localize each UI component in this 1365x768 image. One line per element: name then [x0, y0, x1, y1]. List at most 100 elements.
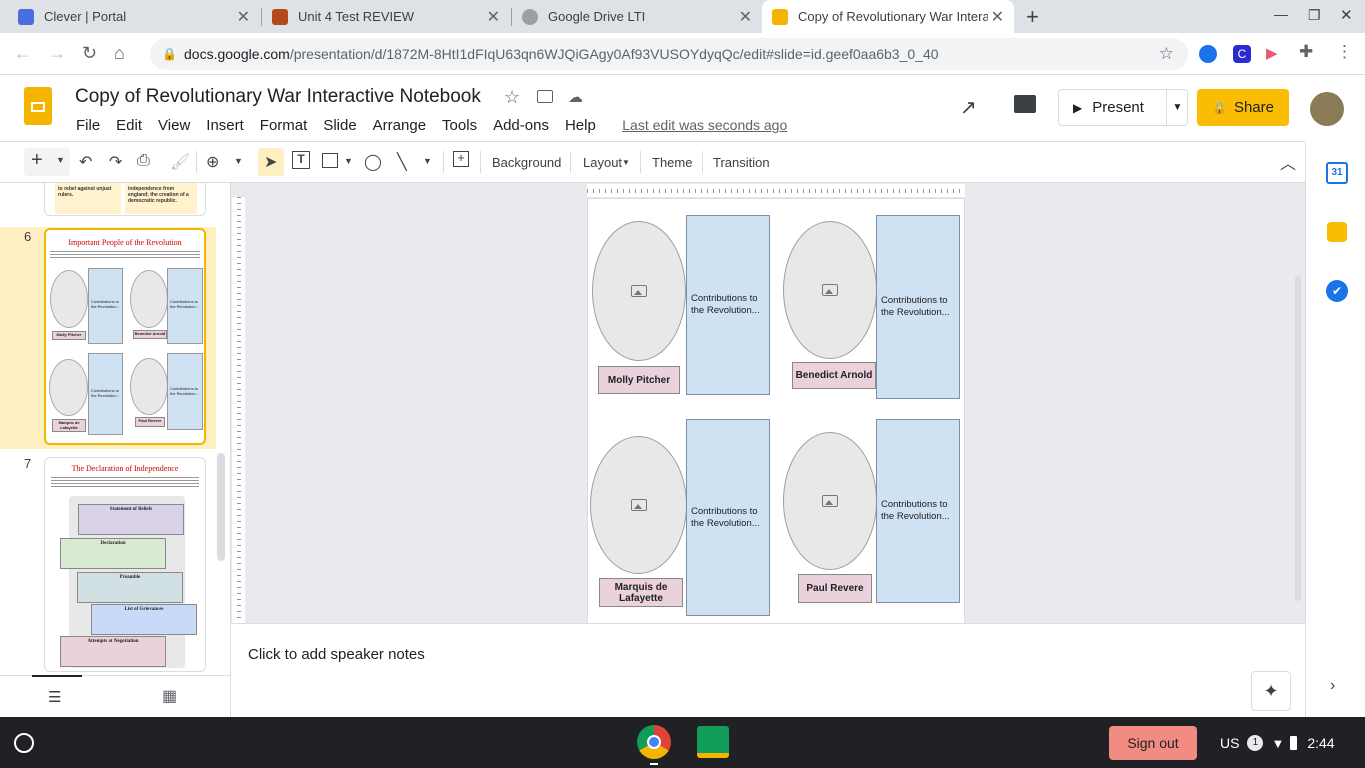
- grid-view-icon[interactable]: ▦: [162, 686, 177, 706]
- print-icon[interactable]: ⎙: [137, 152, 150, 170]
- menu-slide[interactable]: Slide: [323, 117, 356, 134]
- tab-drive-lti[interactable]: Google Drive LTI ✕: [512, 0, 762, 33]
- close-icon[interactable]: ✕: [739, 7, 752, 27]
- canvas-scrollbar[interactable]: [1295, 276, 1301, 601]
- horizontal-ruler[interactable]: [587, 184, 965, 197]
- image-placeholder[interactable]: [783, 432, 877, 570]
- speaker-notes[interactable]: Click to add speaker notes ✦: [231, 623, 1305, 717]
- redo-icon[interactable]: ↷: [109, 152, 122, 172]
- launcher-icon[interactable]: [14, 733, 34, 753]
- image-placeholder[interactable]: [590, 436, 687, 574]
- star-icon[interactable]: ☆: [1159, 38, 1174, 70]
- minimize-button[interactable]: —: [1274, 6, 1288, 22]
- new-slide-dropdown[interactable]: ▼: [56, 155, 65, 165]
- expand-panel-icon[interactable]: ›: [1330, 677, 1335, 695]
- new-tab-button[interactable]: +: [1026, 4, 1039, 30]
- contribution-box[interactable]: Contributions to the Revolution...: [876, 419, 960, 603]
- slide-thumbnail-6[interactable]: Important People of the Revolution Contr…: [44, 228, 206, 445]
- sign-out-button[interactable]: Sign out: [1109, 726, 1197, 760]
- background-button[interactable]: Background: [492, 155, 561, 170]
- extension-shield-icon[interactable]: [1199, 45, 1217, 63]
- menu-help[interactable]: Help: [565, 117, 596, 134]
- explore-button[interactable]: ✦: [1251, 671, 1291, 711]
- close-icon[interactable]: ✕: [487, 7, 500, 27]
- slide[interactable]: Contributions to the Revolution... Molly…: [587, 198, 965, 623]
- menu-insert[interactable]: Insert: [206, 117, 244, 134]
- document-title[interactable]: Copy of Revolutionary War Interactive No…: [75, 86, 481, 108]
- google-classroom-icon[interactable]: [697, 726, 729, 758]
- menu-kebab-icon[interactable]: ⋮: [1336, 42, 1353, 62]
- person-label[interactable]: Paul Revere: [798, 574, 872, 603]
- close-icon[interactable]: ✕: [237, 7, 250, 27]
- shape-icon[interactable]: ◯: [364, 152, 382, 172]
- cloud-saved-icon[interactable]: ☁: [568, 88, 583, 106]
- image-icon[interactable]: [322, 153, 338, 168]
- paint-format-icon[interactable]: 🖌: [170, 152, 190, 172]
- menu-view[interactable]: View: [158, 117, 190, 134]
- filmstrip-scrollbar[interactable]: [217, 453, 225, 561]
- tab-clever[interactable]: Clever | Portal ✕: [8, 0, 260, 33]
- comment-add-icon[interactable]: +: [453, 151, 469, 167]
- tab-unit4[interactable]: Unit 4 Test REVIEW ✕: [262, 0, 510, 33]
- undo-icon[interactable]: ↶: [79, 152, 92, 172]
- zoom-dropdown[interactable]: ▼: [234, 156, 243, 166]
- present-button[interactable]: ▶ Present ▼: [1058, 89, 1188, 126]
- menu-addons[interactable]: Add-ons: [493, 117, 549, 134]
- close-window-button[interactable]: ✕: [1340, 6, 1353, 24]
- calendar-icon[interactable]: 31: [1326, 162, 1348, 184]
- url-input[interactable]: 🔒 docs.google.com/presentation/d/1872M-8…: [150, 38, 1188, 70]
- menu-file[interactable]: File: [76, 117, 100, 134]
- tab-slides-active[interactable]: Copy of Revolutionary War Intera ✕: [762, 0, 1014, 33]
- contribution-box[interactable]: Contributions to the Revolution...: [686, 215, 770, 395]
- image-placeholder[interactable]: [592, 221, 686, 361]
- share-button[interactable]: 🔒 Share: [1197, 89, 1289, 126]
- slide-thumbnail-5[interactable]: to rebel against unjust rulers. independ…: [44, 183, 206, 216]
- activity-trend-icon[interactable]: ↗: [960, 95, 977, 120]
- close-icon[interactable]: ✕: [991, 7, 1004, 27]
- theme-button[interactable]: Theme: [652, 155, 692, 170]
- extensions-puzzle-icon[interactable]: ✚: [1299, 42, 1313, 62]
- line-dropdown[interactable]: ▼: [423, 156, 432, 166]
- vertical-ruler[interactable]: [232, 197, 245, 623]
- layout-button[interactable]: Layout: [583, 155, 622, 170]
- speaker-notes-placeholder[interactable]: Click to add speaker notes: [248, 646, 425, 663]
- system-tray[interactable]: US 1 ▼ 2:44: [1208, 723, 1358, 763]
- extension-screencast-icon[interactable]: ▶: [1266, 44, 1278, 62]
- chrome-icon[interactable]: [637, 725, 671, 759]
- menu-edit[interactable]: Edit: [116, 117, 142, 134]
- text-box-icon[interactable]: T: [292, 151, 310, 169]
- star-icon[interactable]: ☆: [504, 87, 520, 108]
- contribution-box[interactable]: Contributions to the Revolution...: [876, 215, 960, 399]
- back-icon[interactable]: ←: [14, 43, 32, 64]
- menu-tools[interactable]: Tools: [442, 117, 477, 134]
- person-label[interactable]: Molly Pitcher: [598, 366, 680, 394]
- keep-icon[interactable]: [1327, 222, 1347, 242]
- present-dropdown[interactable]: ▼: [1166, 90, 1188, 125]
- forward-icon[interactable]: →: [48, 43, 66, 64]
- select-cursor-icon[interactable]: ➤: [264, 152, 277, 172]
- zoom-icon[interactable]: ⊕: [206, 152, 219, 172]
- menu-arrange[interactable]: Arrange: [373, 117, 426, 134]
- person-label[interactable]: Marquis de Lafayette: [599, 578, 683, 607]
- user-avatar[interactable]: [1310, 92, 1344, 126]
- home-icon[interactable]: ⌂: [114, 43, 125, 64]
- line-icon[interactable]: ╲: [397, 152, 407, 172]
- last-edit-link[interactable]: Last edit was seconds ago: [622, 117, 787, 133]
- menu-format[interactable]: Format: [260, 117, 308, 134]
- slide-thumbnail-7[interactable]: The Declaration of Independence Statemen…: [44, 457, 206, 672]
- person-label[interactable]: Benedict Arnold: [792, 362, 876, 389]
- collapse-toolbar-icon[interactable]: ︿: [1280, 150, 1296, 174]
- image-dropdown[interactable]: ▼: [344, 156, 353, 166]
- filmstrip-view-icon[interactable]: ☰: [48, 688, 61, 706]
- restore-button[interactable]: ❐: [1308, 7, 1321, 24]
- slides-logo-icon[interactable]: [24, 87, 52, 125]
- move-folder-icon[interactable]: [537, 90, 553, 103]
- comments-icon[interactable]: [1014, 95, 1036, 113]
- new-slide-icon[interactable]: +: [31, 149, 43, 172]
- image-placeholder[interactable]: [783, 221, 877, 359]
- reload-icon[interactable]: ↻: [82, 43, 97, 64]
- extension-c-icon[interactable]: C: [1233, 45, 1251, 63]
- transition-button[interactable]: Transition: [713, 155, 770, 170]
- contribution-box[interactable]: Contributions to the Revolution...: [686, 419, 770, 616]
- tasks-icon[interactable]: ✔: [1326, 280, 1348, 302]
